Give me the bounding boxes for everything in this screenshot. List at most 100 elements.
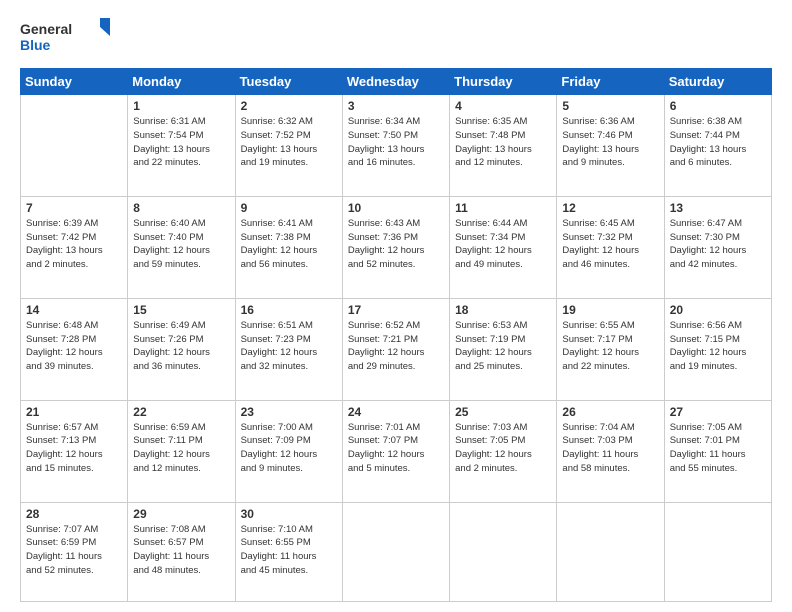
day-info: Sunrise: 7:03 AM Sunset: 7:05 PM Dayligh…	[455, 421, 551, 476]
day-number: 9	[241, 201, 337, 215]
day-number: 7	[26, 201, 122, 215]
day-number: 8	[133, 201, 229, 215]
day-number: 19	[562, 303, 658, 317]
day-info: Sunrise: 6:52 AM Sunset: 7:21 PM Dayligh…	[348, 319, 444, 374]
calendar-cell: 28Sunrise: 7:07 AM Sunset: 6:59 PM Dayli…	[21, 502, 128, 602]
day-info: Sunrise: 6:35 AM Sunset: 7:48 PM Dayligh…	[455, 115, 551, 170]
day-info: Sunrise: 6:51 AM Sunset: 7:23 PM Dayligh…	[241, 319, 337, 374]
day-number: 11	[455, 201, 551, 215]
calendar-cell: 22 Sunrise: 6:59 AM Sunset: 7:11 PM Dayli…	[128, 400, 235, 502]
calendar-cell: 17 Sunrise: 6:52 AM Sunset: 7:21 PM Dayli…	[342, 298, 449, 400]
weekday-header: Thursday	[450, 69, 557, 95]
day-info: Sunrise: 6:55 AM Sunset: 7:17 PM Dayligh…	[562, 319, 658, 374]
day-info: Sunrise: 7:01 AM Sunset: 7:07 PM Dayligh…	[348, 421, 444, 476]
weekday-header: Saturday	[664, 69, 771, 95]
weekday-header: Wednesday	[342, 69, 449, 95]
weekday-header: Friday	[557, 69, 664, 95]
day-info: Sunrise: 7:00 AM Sunset: 7:09 PM Dayligh…	[241, 421, 337, 476]
calendar-cell: 16 Sunrise: 6:51 AM Sunset: 7:23 PM Dayli…	[235, 298, 342, 400]
svg-text:General: General	[20, 21, 72, 37]
svg-text:Blue: Blue	[20, 37, 51, 53]
day-number: 4	[455, 99, 551, 113]
day-info: Sunrise: 6:44 AM Sunset: 7:34 PM Dayligh…	[455, 217, 551, 272]
calendar-cell: 27 Sunrise: 7:05 AM Sunset: 7:01 PM Dayli…	[664, 400, 771, 502]
day-number: 21	[26, 405, 122, 419]
day-info: Sunrise: 6:41 AM Sunset: 7:38 PM Dayligh…	[241, 217, 337, 272]
day-info: Sunrise: 6:47 AM Sunset: 7:30 PM Dayligh…	[670, 217, 766, 272]
day-number: 15	[133, 303, 229, 317]
day-info: Sunrise: 6:36 AM Sunset: 7:46 PM Dayligh…	[562, 115, 658, 170]
calendar-cell	[664, 502, 771, 602]
calendar-cell	[450, 502, 557, 602]
calendar-cell: 5 Sunrise: 6:36 AM Sunset: 7:46 PM Daylig…	[557, 95, 664, 197]
calendar-cell	[342, 502, 449, 602]
day-number: 10	[348, 201, 444, 215]
day-info: Sunrise: 6:59 AM Sunset: 7:11 PM Dayligh…	[133, 421, 229, 476]
day-number: 25	[455, 405, 551, 419]
calendar-cell: 24 Sunrise: 7:01 AM Sunset: 7:07 PM Dayli…	[342, 400, 449, 502]
day-number: 26	[562, 405, 658, 419]
day-number: 23	[241, 405, 337, 419]
calendar-cell: 23 Sunrise: 7:00 AM Sunset: 7:09 PM Dayli…	[235, 400, 342, 502]
day-number: 16	[241, 303, 337, 317]
header: General Blue	[20, 18, 772, 58]
calendar-cell: 15 Sunrise: 6:49 AM Sunset: 7:26 PM Dayli…	[128, 298, 235, 400]
day-info: Sunrise: 7:08 AM Sunset: 6:57 PM Dayligh…	[133, 523, 229, 578]
day-info: Sunrise: 6:38 AM Sunset: 7:44 PM Dayligh…	[670, 115, 766, 170]
calendar-cell: 8 Sunrise: 6:40 AM Sunset: 7:40 PM Daylig…	[128, 196, 235, 298]
weekday-header: Monday	[128, 69, 235, 95]
day-number: 30	[241, 507, 337, 521]
day-info: Sunrise: 6:57 AM Sunset: 7:13 PM Dayligh…	[26, 421, 122, 476]
day-number: 18	[455, 303, 551, 317]
day-number: 20	[670, 303, 766, 317]
day-number: 17	[348, 303, 444, 317]
day-info: Sunrise: 6:32 AM Sunset: 7:52 PM Dayligh…	[241, 115, 337, 170]
day-info: Sunrise: 6:49 AM Sunset: 7:26 PM Dayligh…	[133, 319, 229, 374]
calendar-cell: 12 Sunrise: 6:45 AM Sunset: 7:32 PM Dayli…	[557, 196, 664, 298]
calendar-cell: 19 Sunrise: 6:55 AM Sunset: 7:17 PM Dayli…	[557, 298, 664, 400]
day-number: 27	[670, 405, 766, 419]
day-number: 2	[241, 99, 337, 113]
calendar-cell: 9 Sunrise: 6:41 AM Sunset: 7:38 PM Daylig…	[235, 196, 342, 298]
day-info: Sunrise: 6:56 AM Sunset: 7:15 PM Dayligh…	[670, 319, 766, 374]
page: General Blue SundayMondayTuesdayWednesda…	[0, 0, 792, 612]
day-number: 14	[26, 303, 122, 317]
day-info: Sunrise: 6:34 AM Sunset: 7:50 PM Dayligh…	[348, 115, 444, 170]
calendar-cell: 25 Sunrise: 7:03 AM Sunset: 7:05 PM Dayli…	[450, 400, 557, 502]
calendar-cell: 14 Sunrise: 6:48 AM Sunset: 7:28 PM Dayli…	[21, 298, 128, 400]
calendar-cell: 11 Sunrise: 6:44 AM Sunset: 7:34 PM Dayli…	[450, 196, 557, 298]
day-info: Sunrise: 6:39 AM Sunset: 7:42 PM Dayligh…	[26, 217, 122, 272]
day-info: Sunrise: 7:04 AM Sunset: 7:03 PM Dayligh…	[562, 421, 658, 476]
day-number: 29	[133, 507, 229, 521]
calendar-cell: 2 Sunrise: 6:32 AM Sunset: 7:52 PM Daylig…	[235, 95, 342, 197]
calendar-cell: 21 Sunrise: 6:57 AM Sunset: 7:13 PM Dayli…	[21, 400, 128, 502]
day-info: Sunrise: 6:53 AM Sunset: 7:19 PM Dayligh…	[455, 319, 551, 374]
day-info: Sunrise: 6:45 AM Sunset: 7:32 PM Dayligh…	[562, 217, 658, 272]
day-info: Sunrise: 6:40 AM Sunset: 7:40 PM Dayligh…	[133, 217, 229, 272]
logo: General Blue	[20, 18, 110, 58]
day-number: 28	[26, 507, 122, 521]
calendar-cell: 30Sunrise: 7:10 AM Sunset: 6:55 PM Dayli…	[235, 502, 342, 602]
day-number: 5	[562, 99, 658, 113]
calendar-cell: 3 Sunrise: 6:34 AM Sunset: 7:50 PM Daylig…	[342, 95, 449, 197]
weekday-header: Tuesday	[235, 69, 342, 95]
calendar-cell	[557, 502, 664, 602]
day-info: Sunrise: 6:31 AM Sunset: 7:54 PM Dayligh…	[133, 115, 229, 170]
weekday-header: Sunday	[21, 69, 128, 95]
calendar-cell: 29 Sunrise: 7:08 AM Sunset: 6:57 PM Dayli…	[128, 502, 235, 602]
day-number: 12	[562, 201, 658, 215]
calendar-cell: 13Sunrise: 6:47 AM Sunset: 7:30 PM Dayli…	[664, 196, 771, 298]
day-info: Sunrise: 6:48 AM Sunset: 7:28 PM Dayligh…	[26, 319, 122, 374]
logo-svg: General Blue	[20, 18, 110, 58]
calendar-cell: 26 Sunrise: 7:04 AM Sunset: 7:03 PM Dayli…	[557, 400, 664, 502]
day-info: Sunrise: 7:05 AM Sunset: 7:01 PM Dayligh…	[670, 421, 766, 476]
day-number: 24	[348, 405, 444, 419]
calendar-table: SundayMondayTuesdayWednesdayThursdayFrid…	[20, 68, 772, 602]
day-number: 22	[133, 405, 229, 419]
calendar-cell: 4 Sunrise: 6:35 AM Sunset: 7:48 PM Daylig…	[450, 95, 557, 197]
calendar-cell: 6Sunrise: 6:38 AM Sunset: 7:44 PM Daylig…	[664, 95, 771, 197]
day-number: 3	[348, 99, 444, 113]
calendar-cell: 7 Sunrise: 6:39 AM Sunset: 7:42 PM Daylig…	[21, 196, 128, 298]
calendar-cell: 20 Sunrise: 6:56 AM Sunset: 7:15 PM Dayli…	[664, 298, 771, 400]
day-number: 1	[133, 99, 229, 113]
